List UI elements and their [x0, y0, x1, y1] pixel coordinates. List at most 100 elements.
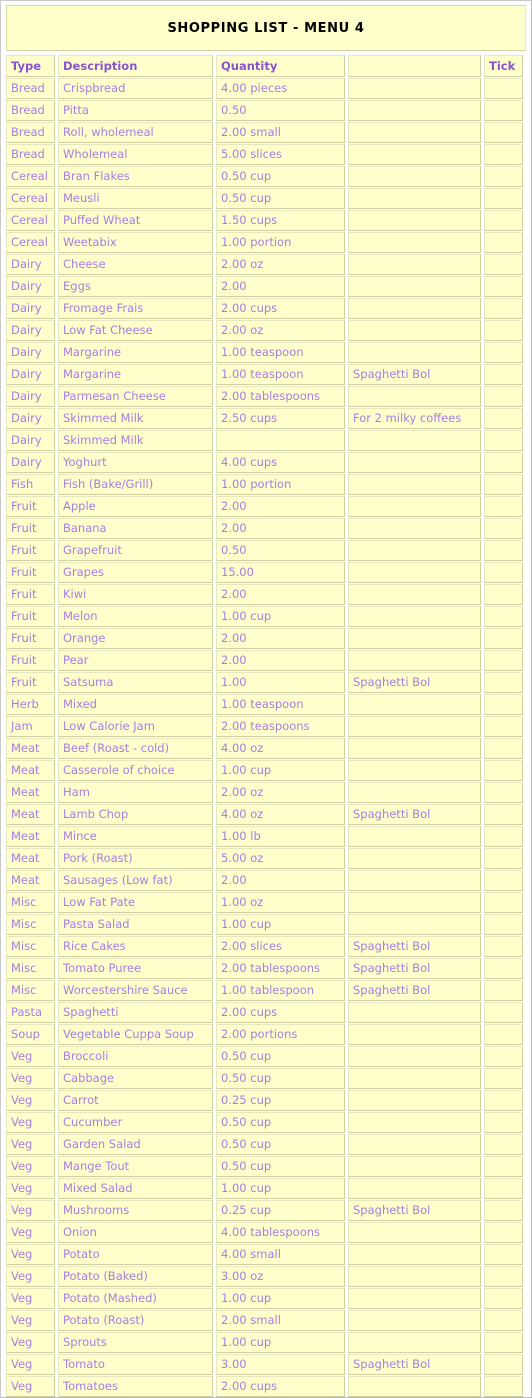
table-header: Type Description Quantity Tick	[6, 55, 523, 77]
cell-desc: Casserole of choice	[58, 760, 213, 781]
cell-tick[interactable]	[484, 870, 523, 891]
cell-desc: Low Fat Cheese	[58, 320, 213, 341]
cell-tick[interactable]	[484, 254, 523, 275]
page-title: SHOPPING LIST - MENU 4	[167, 20, 365, 36]
cell-type: Dairy	[6, 430, 55, 451]
cell-tick[interactable]	[484, 562, 523, 583]
cell-quantity: 0.25 cup	[216, 1090, 345, 1111]
cell-tick[interactable]	[484, 364, 523, 385]
cell-type: Misc	[6, 958, 55, 979]
cell-tick[interactable]	[484, 936, 523, 957]
cell-tick[interactable]	[484, 1002, 523, 1023]
cell-tick[interactable]	[484, 716, 523, 737]
cell-quantity: 1.00 cup	[216, 1288, 345, 1309]
cell-desc: Lamb Chop	[58, 804, 213, 825]
cell-tick[interactable]	[484, 386, 523, 407]
cell-tick[interactable]	[484, 1156, 523, 1177]
cell-tick[interactable]	[484, 628, 523, 649]
cell-tick[interactable]	[484, 298, 523, 319]
cell-note	[348, 320, 481, 341]
cell-tick[interactable]	[484, 1310, 523, 1331]
cell-tick[interactable]	[484, 1024, 523, 1045]
cell-tick[interactable]	[484, 826, 523, 847]
cell-tick[interactable]	[484, 1200, 523, 1221]
cell-tick[interactable]	[484, 474, 523, 495]
cell-tick[interactable]	[484, 540, 523, 561]
cell-tick[interactable]	[484, 958, 523, 979]
cell-tick[interactable]	[484, 914, 523, 935]
cell-tick[interactable]	[484, 1376, 523, 1397]
cell-quantity: 0.50 cup	[216, 1134, 345, 1155]
cell-tick[interactable]	[484, 1090, 523, 1111]
cell-tick[interactable]	[484, 1068, 523, 1089]
cell-tick[interactable]	[484, 496, 523, 517]
cell-tick[interactable]	[484, 430, 523, 451]
cell-tick[interactable]	[484, 232, 523, 253]
cell-tick[interactable]	[484, 452, 523, 473]
cell-desc: Mince	[58, 826, 213, 847]
cell-tick[interactable]	[484, 144, 523, 165]
cell-quantity: 1.00 cup	[216, 606, 345, 627]
cell-note	[348, 1090, 481, 1111]
cell-tick[interactable]	[484, 848, 523, 869]
cell-tick[interactable]	[484, 1266, 523, 1287]
cell-desc: Low Calorie Jam	[58, 716, 213, 737]
cell-tick[interactable]	[484, 518, 523, 539]
cell-tick[interactable]	[484, 782, 523, 803]
cell-quantity	[216, 430, 345, 451]
cell-tick[interactable]	[484, 100, 523, 121]
cell-tick[interactable]	[484, 694, 523, 715]
table-row: Pasta Spaghetti 2.00 cups	[6, 1002, 523, 1023]
cell-quantity: 2.00 portions	[216, 1024, 345, 1045]
cell-desc: Weetabix	[58, 232, 213, 253]
cell-quantity: 2.00 tablespoons	[216, 386, 345, 407]
cell-tick[interactable]	[484, 276, 523, 297]
cell-tick[interactable]	[484, 606, 523, 627]
cell-tick[interactable]	[484, 342, 523, 363]
cell-type: Bread	[6, 144, 55, 165]
cell-tick[interactable]	[484, 804, 523, 825]
cell-note	[348, 1112, 481, 1133]
cell-quantity: 5.00 slices	[216, 144, 345, 165]
cell-tick[interactable]	[484, 320, 523, 341]
cell-tick[interactable]	[484, 892, 523, 913]
cell-tick[interactable]	[484, 166, 523, 187]
table-row: Fruit Satsuma 1.00 Spaghetti Bol	[6, 672, 523, 693]
cell-tick[interactable]	[484, 738, 523, 759]
cell-tick[interactable]	[484, 122, 523, 143]
cell-note	[348, 914, 481, 935]
cell-type: Fruit	[6, 584, 55, 605]
cell-note	[348, 1024, 481, 1045]
cell-quantity: 1.00 cup	[216, 914, 345, 935]
table-row: Dairy Low Fat Cheese 2.00 oz	[6, 320, 523, 341]
column-header-quantity: Quantity	[216, 55, 345, 77]
cell-tick[interactable]	[484, 1222, 523, 1243]
cell-tick[interactable]	[484, 1046, 523, 1067]
cell-tick[interactable]	[484, 672, 523, 693]
cell-tick[interactable]	[484, 584, 523, 605]
cell-quantity: 2.00 small	[216, 122, 345, 143]
table-row: Cereal Meusli 0.50 cup	[6, 188, 523, 209]
cell-type: Veg	[6, 1112, 55, 1133]
cell-tick[interactable]	[484, 1244, 523, 1265]
cell-tick[interactable]	[484, 1332, 523, 1353]
cell-desc: Potato (Mashed)	[58, 1288, 213, 1309]
cell-tick[interactable]	[484, 1354, 523, 1375]
cell-desc: Onion	[58, 1222, 213, 1243]
cell-tick[interactable]	[484, 650, 523, 671]
cell-tick[interactable]	[484, 1134, 523, 1155]
cell-tick[interactable]	[484, 1112, 523, 1133]
table-row: Dairy Skimmed Milk	[6, 430, 523, 451]
table-row: Dairy Yoghurt 4.00 cups	[6, 452, 523, 473]
cell-tick[interactable]	[484, 1178, 523, 1199]
table-row: Veg Potato (Roast) 2.00 small	[6, 1310, 523, 1331]
cell-tick[interactable]	[484, 188, 523, 209]
cell-tick[interactable]	[484, 760, 523, 781]
cell-tick[interactable]	[484, 210, 523, 231]
cell-note	[348, 1266, 481, 1287]
cell-tick[interactable]	[484, 78, 523, 99]
cell-tick[interactable]	[484, 1288, 523, 1309]
cell-quantity: 0.50 cup	[216, 166, 345, 187]
cell-tick[interactable]	[484, 980, 523, 1001]
cell-tick[interactable]	[484, 408, 523, 429]
